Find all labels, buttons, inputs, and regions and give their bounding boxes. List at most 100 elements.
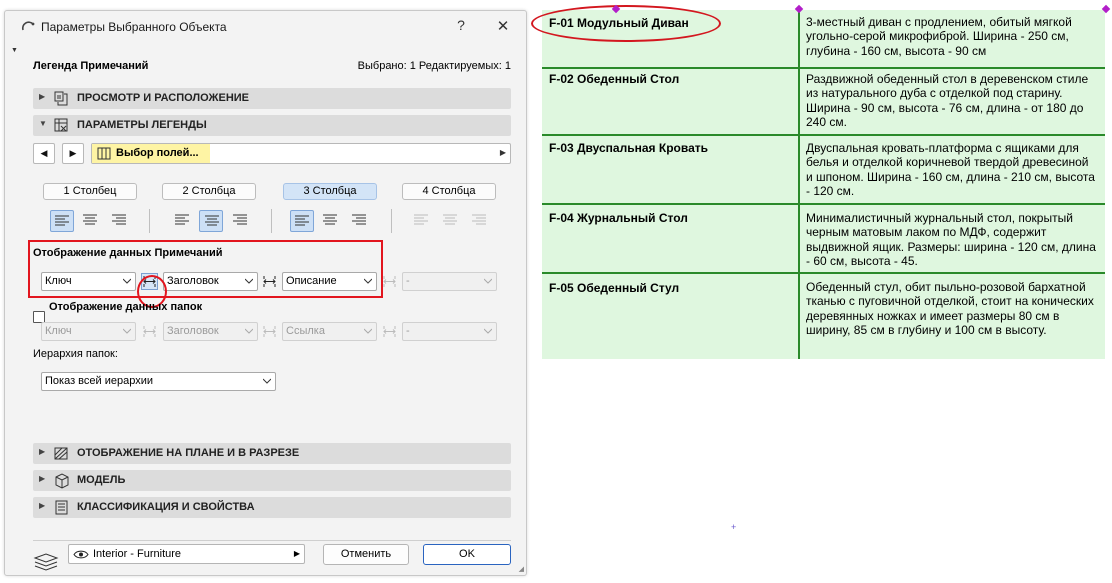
section-label: МОДЕЛЬ (77, 474, 126, 486)
folders-heading-select: Заголовок (163, 322, 258, 341)
select-value: Заголовок (167, 325, 219, 337)
prev-field-button[interactable]: ◀ (33, 143, 55, 164)
notes-heading-select[interactable]: Заголовок (163, 272, 258, 291)
section-classification[interactable]: ▶ КЛАССИФИКАЦИЯ И СВОЙСТВА (33, 497, 511, 518)
folders-display-label: Отображение данных папок (49, 301, 203, 313)
folders-fourth-select: - (402, 322, 497, 341)
origin-cross-icon: + (731, 522, 737, 532)
select-value: Заголовок (167, 275, 219, 287)
ok-button[interactable]: OK (423, 544, 511, 565)
chevron-down-icon (263, 378, 271, 384)
table-row-description: Обеденный стул, обит пыльно-розовой барх… (806, 280, 1094, 338)
table-row-description: Минималистичный журнальный стол, покрыты… (806, 211, 1096, 269)
selection-settings-dialog: Параметры Выбранного Объекта ? ✕ ▼ Леген… (4, 10, 527, 576)
column-button-2[interactable]: 2 Столбца (162, 183, 256, 200)
align-right-button[interactable] (346, 210, 370, 232)
column-button-3[interactable]: 3 Столбца (283, 183, 377, 200)
first-row-key-highlight (531, 5, 721, 42)
select-value: Ключ (45, 325, 72, 337)
align-center-icon (323, 214, 337, 225)
notes-display-label: Отображение данных Примечаний (33, 247, 223, 259)
section-label: ПРОСМОТР И РАСПОЛОЖЕНИЕ (77, 92, 250, 104)
align-left-button[interactable] (171, 210, 195, 232)
divider (271, 209, 272, 233)
tool-name: Легенда Примечаний (33, 60, 149, 72)
field-selector[interactable]: Выбор полей... ▶ (91, 143, 511, 164)
table-row-divider (542, 203, 1105, 205)
expand-caret-icon: ▶ (39, 92, 46, 101)
align-center-icon (443, 214, 457, 225)
align-left-button[interactable] (50, 210, 74, 232)
chevron-down-icon (245, 278, 253, 284)
section-label: ОТОБРАЖЕНИЕ НА ПЛАНЕ И В РАЗРЕЗЕ (77, 447, 300, 459)
link-fields-icon (143, 326, 156, 337)
collapse-caret-icon: ▼ (39, 119, 47, 128)
table-column-divider (798, 10, 800, 359)
view-position-icon (54, 91, 68, 106)
field-selector-label: Выбор полей... (116, 147, 199, 159)
dialog-title: Параметры Выбранного Объекта (41, 20, 227, 34)
table-row-key: F-03 Двуспальная Кровать (549, 141, 708, 155)
legend-settings-icon (54, 118, 68, 132)
divider (391, 209, 392, 233)
align-right-icon (472, 214, 486, 225)
align-center-icon (83, 214, 97, 225)
section-legend-settings[interactable]: ▼ ПАРАМЕТРЫ ЛЕГЕНДЫ (33, 115, 511, 136)
close-button[interactable]: ✕ (495, 17, 511, 35)
align-center-button[interactable] (318, 210, 342, 232)
select-value: - (406, 325, 410, 337)
section-plan-section[interactable]: ▶ ОТОБРАЖЕНИЕ НА ПЛАНЕ И В РАЗРЕЗЕ (33, 443, 511, 464)
column-button-1[interactable]: 1 Столбец (43, 183, 137, 200)
hierarchy-select[interactable]: Показ всей иерархии (41, 372, 276, 391)
table-row-divider (542, 134, 1105, 136)
align-left-button[interactable] (290, 210, 314, 232)
align-left-icon (414, 214, 428, 225)
table-row-divider (542, 67, 1105, 69)
align-left-icon (55, 215, 69, 226)
expand-caret-icon: ▶ (39, 501, 46, 510)
chevron-right-icon: ▶ (293, 549, 300, 558)
expand-caret-icon: ▶ (39, 474, 46, 483)
folders-link-select: Ссылка (282, 322, 377, 341)
collapse-caret-icon[interactable]: ▼ (11, 47, 19, 55)
table-row-description: Двуспальная кровать-платформа с ящиками … (806, 141, 1095, 199)
column-button-4[interactable]: 4 Столбца (402, 183, 496, 200)
link-fields-icon[interactable] (261, 273, 278, 290)
align-center-button[interactable] (78, 210, 102, 232)
align-center-button (438, 210, 462, 232)
link-fields-icon (383, 276, 396, 287)
chevron-down-icon (484, 328, 492, 334)
select-value: Показ всей иерархии (45, 375, 153, 387)
chevron-down-icon (364, 278, 372, 284)
align-right-icon (233, 214, 247, 225)
notes-description-select[interactable]: Описание (282, 272, 377, 291)
section-view-positioning[interactable]: ▶ ПРОСМОТР И РАСПОЛОЖЕНИЕ (33, 88, 511, 109)
next-field-button[interactable]: ▶ (62, 143, 84, 164)
align-left-icon (175, 214, 189, 225)
chevron-down-icon (123, 278, 131, 284)
plan-section-icon (54, 447, 68, 460)
cancel-button[interactable]: Отменить (323, 544, 409, 565)
align-right-button[interactable] (106, 210, 130, 232)
expand-caret-icon: ▶ (39, 447, 46, 456)
link-fields-icon (263, 326, 276, 337)
resize-grip-icon[interactable]: ◢ (519, 565, 524, 573)
align-center-icon (205, 215, 219, 226)
layers-icon (33, 553, 59, 571)
select-value: Описание (286, 275, 337, 287)
layer-select[interactable]: Interior - Furniture ▶ (68, 544, 305, 564)
align-center-button[interactable] (199, 210, 223, 232)
notes-key-select[interactable]: Ключ (41, 272, 136, 291)
link-fields-icon (383, 326, 396, 337)
table-row-key: F-04 Журнальный Стол (549, 211, 688, 225)
table-row-divider (542, 272, 1105, 274)
align-left-icon (295, 215, 309, 226)
align-left-button (410, 210, 434, 232)
layer-name: Interior - Furniture (93, 548, 182, 560)
title-bar[interactable]: Параметры Выбранного Объекта ? ✕ (5, 11, 526, 43)
section-model[interactable]: ▶ МОДЕЛЬ (33, 470, 511, 491)
section-label: ПАРАМЕТРЫ ЛЕГЕНДЫ (77, 119, 207, 131)
help-button[interactable]: ? (453, 17, 469, 35)
align-right-button[interactable] (227, 210, 251, 232)
align-right-button (466, 210, 490, 232)
